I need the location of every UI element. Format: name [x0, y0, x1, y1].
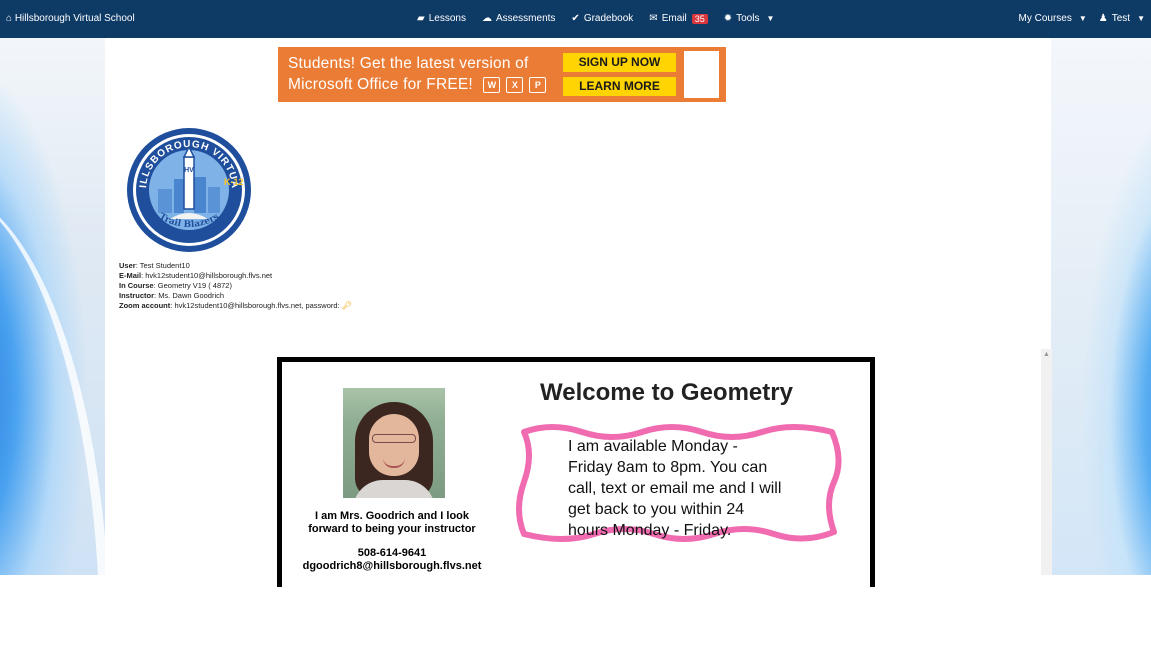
logo-grade-text: K-12 — [224, 177, 244, 187]
banner-text: Students! Get the latest version of Micr… — [288, 53, 547, 95]
email-row: E-Mail: hvk12student10@hillsborough.flvs… — [119, 271, 273, 280]
book-icon: ▰ — [417, 13, 425, 24]
content-scrollbar[interactable]: ▲ — [1041, 349, 1052, 575]
availability-text: I am available Monday - Friday 8am to 8p… — [568, 438, 782, 539]
cloud-icon: ☁ — [481, 13, 492, 24]
excel-icon: X — [506, 76, 524, 93]
teacher-email: dgoodrich8@hillsborough.flvs.net — [302, 560, 482, 572]
nav-assessments[interactable]: ☁ Assessments — [482, 13, 555, 24]
nav-gradebook-label: Gradebook — [583, 13, 634, 24]
home-icon: ⌂ — [6, 13, 13, 24]
user-nav: My Courses ▼ ♟ Test ▼ — [1018, 13, 1145, 24]
email-count-badge: 35 — [691, 13, 708, 24]
sign-up-button[interactable]: SIGN UP NOW — [563, 53, 676, 72]
powerpoint-icon: P — [529, 76, 547, 93]
nav-email-label: Email — [661, 13, 687, 24]
email-value: hvk12student10@hillsborough.flvs.net — [145, 271, 273, 280]
availability-callout: I am available Monday - Friday 8am to 8p… — [512, 420, 847, 545]
word-icon: W — [483, 76, 501, 93]
course-value: Geometry V19 ( 4872) — [157, 281, 232, 290]
office-promo-banner[interactable]: Students! Get the latest version of Micr… — [278, 47, 726, 102]
nav-assessments-label: Assessments — [495, 13, 556, 24]
zoom-row: Zoom account: hvk12student10@hillsboroug… — [119, 301, 352, 310]
my-courses-label: My Courses — [1018, 13, 1072, 24]
caret-down-icon: ▼ — [1078, 14, 1087, 23]
logo-monogram: HV — [184, 167, 194, 174]
welcome-announcement: I am Mrs. Goodrich and I look forward to… — [277, 357, 875, 587]
course-row: In Course: Geometry V19 ( 4872) — [119, 281, 232, 290]
brand-link[interactable]: ⌂ Hillsborough Virtual School — [6, 13, 135, 24]
instructor-photo — [343, 388, 445, 498]
user-info: User: Test Student10 E-Mail: hvk12studen… — [119, 261, 352, 311]
nav-lessons-label: Lessons — [428, 13, 466, 24]
office-app-icons: W X P — [483, 76, 547, 93]
teacher-intro-2: forward to being your instructor — [308, 523, 476, 535]
teacher-intro-1: I am Mrs. Goodrich and I look — [314, 510, 470, 522]
zoom-value: hvk12student10@hillsborough.flvs.net, pa… — [174, 301, 340, 310]
nav-tools-label: Tools — [736, 13, 760, 24]
user-icon: ♟ — [1098, 13, 1108, 24]
check-icon: ✔ — [571, 13, 580, 24]
user-menu-label: Test — [1111, 13, 1131, 24]
nav-gradebook[interactable]: ✔ Gradebook — [571, 13, 633, 24]
instructor-value: Ms. Dawn Goodrich — [158, 291, 225, 300]
background-swoosh-right — [1051, 38, 1151, 575]
instructor-row: Instructor: Ms. Dawn Goodrich — [119, 291, 225, 300]
main-nav: ▰ Lessons ☁ Assessments ✔ Gradebook ✉ Em… — [417, 13, 774, 24]
caret-down-icon: ▼ — [1137, 14, 1145, 23]
banner-line-2: Microsoft Office for FREE! — [288, 76, 473, 93]
welcome-title: Welcome to Geometry — [540, 379, 793, 406]
nav-email[interactable]: ✉ Email 35 — [649, 13, 708, 24]
learn-more-button[interactable]: LEARN MORE — [563, 77, 676, 96]
envelope-icon: ✉ — [649, 13, 658, 24]
caret-down-icon: ▼ — [766, 14, 775, 23]
banner-line-1: Students! Get the latest version of — [288, 55, 529, 72]
school-logo: HILLSBOROUGH VIRTUAL K-12 HV Trail Blaze… — [126, 127, 251, 252]
nav-lessons[interactable]: ▰ Lessons — [417, 13, 466, 24]
background-swoosh-left — [0, 38, 110, 648]
user-menu-dropdown[interactable]: ♟ Test ▼ — [1099, 13, 1145, 24]
teacher-phone: 508-614-9641 — [357, 547, 427, 559]
user-row: User: Test Student10 — [119, 261, 190, 270]
brand-label: Hillsborough Virtual School — [14, 13, 135, 24]
gear-icon: ✹ — [723, 13, 733, 24]
my-courses-dropdown[interactable]: My Courses ▼ — [1018, 13, 1086, 24]
user-value: Test Student10 — [139, 261, 190, 270]
top-navbar: ⌂ Hillsborough Virtual School ▰ Lessons … — [0, 0, 1151, 38]
scroll-up-arrow-icon[interactable]: ▲ — [1043, 351, 1050, 358]
banner-image-placeholder — [684, 51, 719, 98]
key-icon[interactable]: 🔑︎ — [342, 301, 352, 310]
nav-tools[interactable]: ✹ Tools ▼ — [724, 13, 775, 24]
